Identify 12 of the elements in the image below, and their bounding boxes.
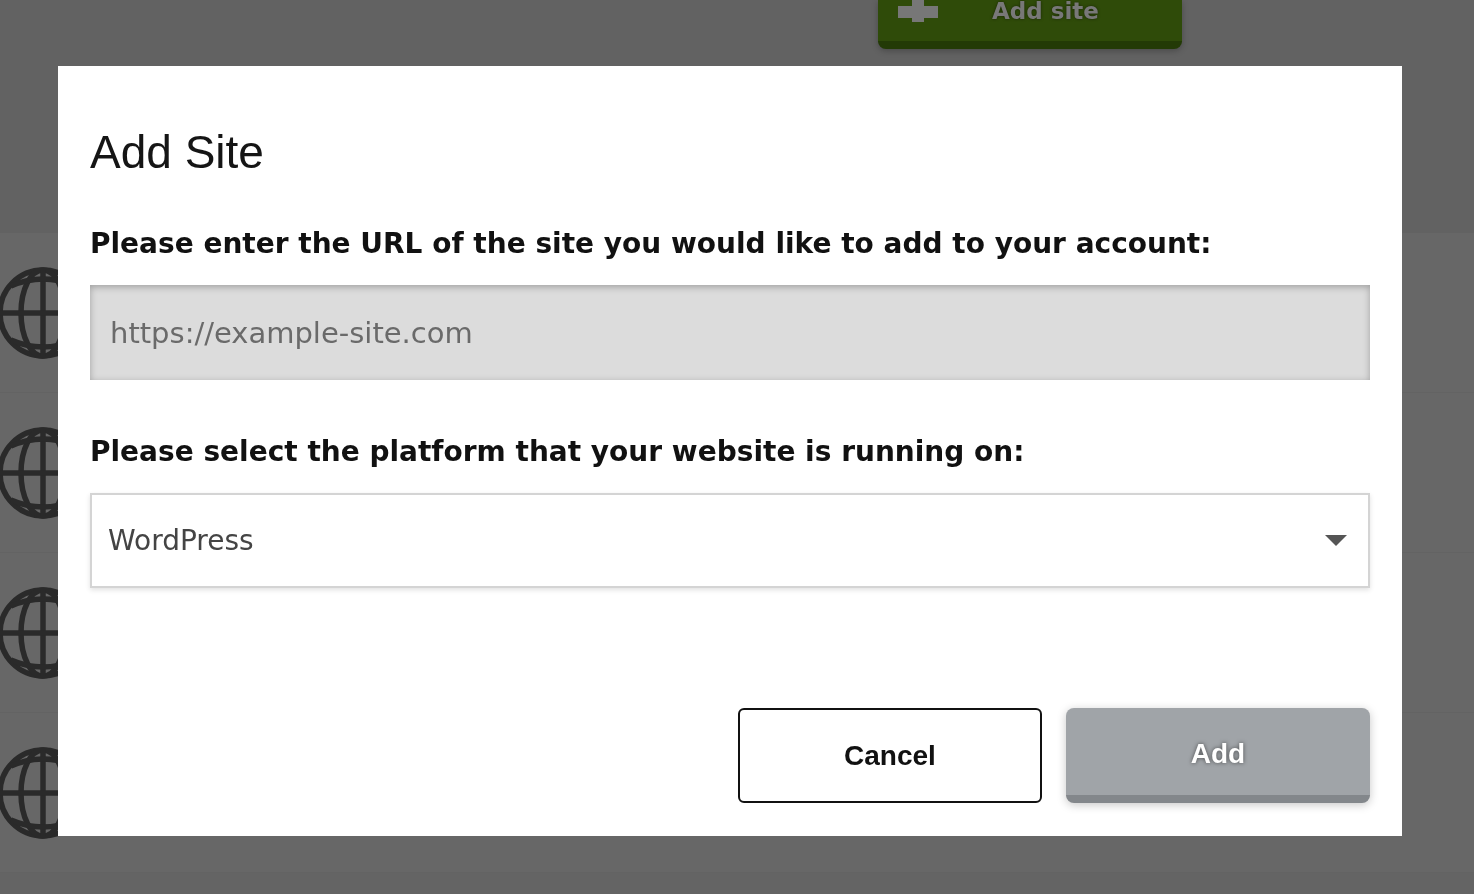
dialog-title: Add Site xyxy=(90,125,264,180)
globe-icon xyxy=(0,265,58,360)
globe-icon xyxy=(0,425,58,520)
field-label: Please enter the URL of the site you would like to add to your account: xyxy=(90,226,1212,262)
caret-icon xyxy=(1325,535,1347,546)
url-input-field[interactable]: https://example-site.com xyxy=(90,285,1370,380)
platform-select[interactable]: WordPress xyxy=(90,493,1370,588)
globe-icon xyxy=(0,745,58,840)
cancel-button[interactable]: Cancel xyxy=(738,708,1042,803)
globe-icon xyxy=(0,585,58,680)
field-label: Please select the platform that your website is running on: xyxy=(90,434,1025,470)
plus-icon xyxy=(898,0,938,22)
